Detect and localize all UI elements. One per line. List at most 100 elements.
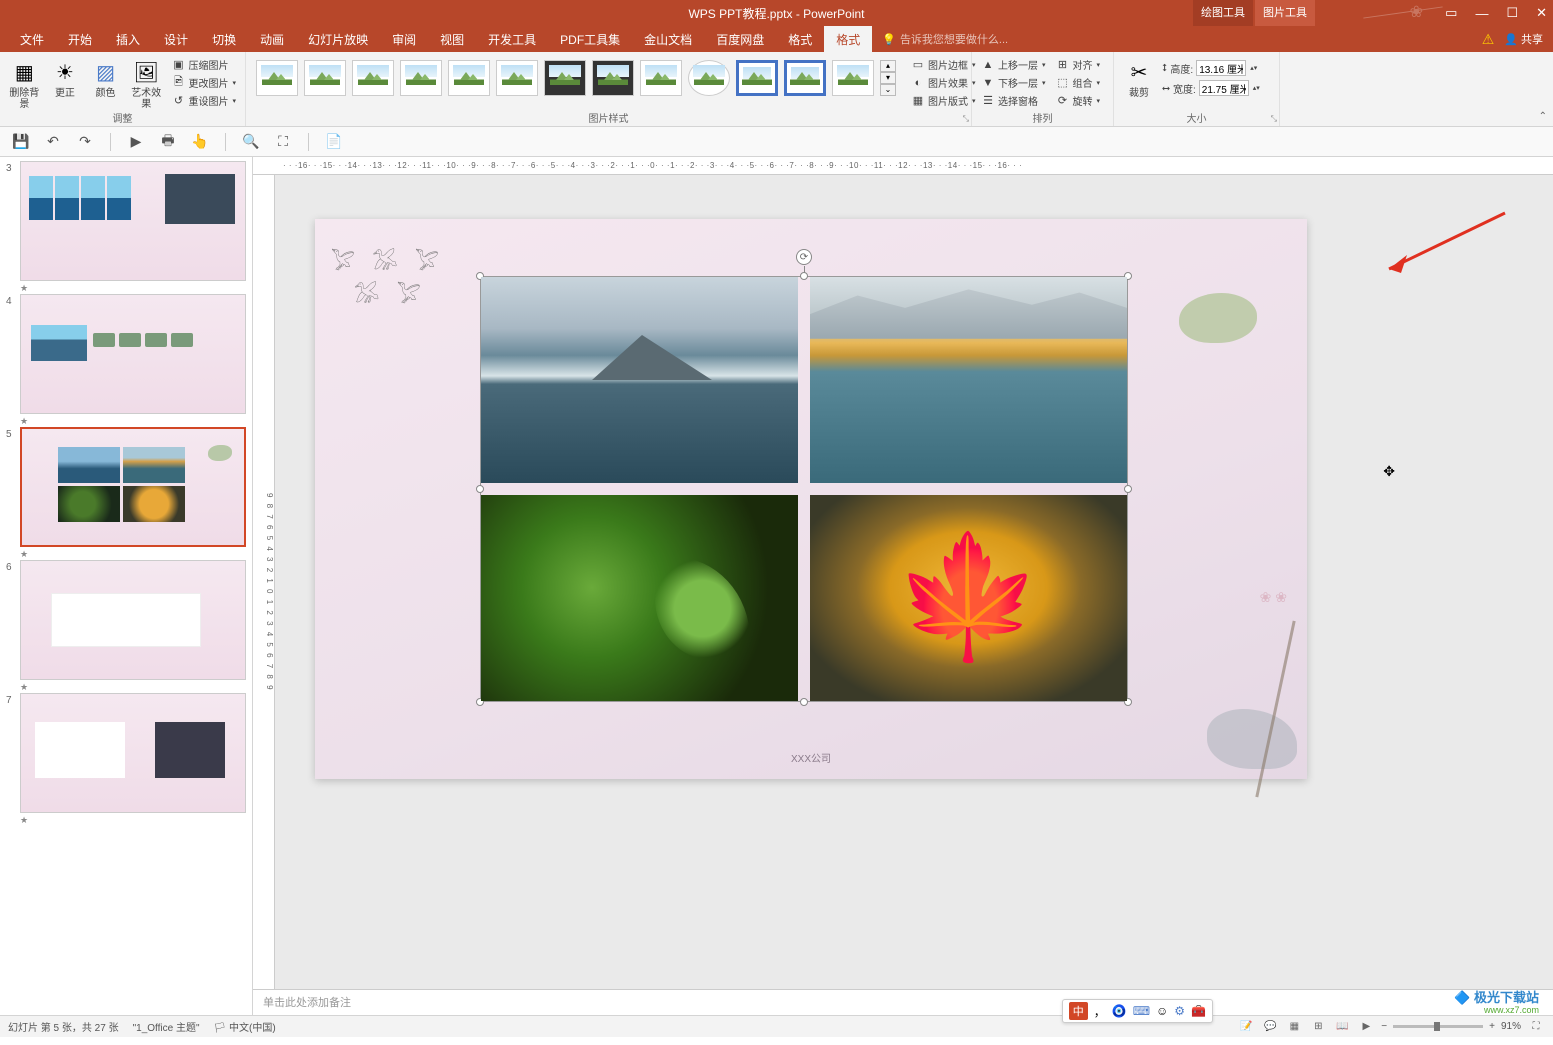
ime-keyboard-icon[interactable]: 🧿 [1112,1004,1127,1018]
notes-toggle-button[interactable]: 📝 [1237,1019,1255,1035]
ime-punctuation[interactable]: ， [1094,1003,1106,1020]
change-picture-button[interactable]: 🖻更改图片▾ [169,74,240,91]
height-input[interactable] [1196,60,1246,76]
width-stepper[interactable]: ▴▾ [1253,84,1260,92]
tab-insert[interactable]: 插入 [104,26,152,53]
crop-button[interactable]: ✂ 裁剪 [1120,54,1158,99]
slideshow-from-beginning-button[interactable]: ▶ [125,131,147,153]
style-thumb-10[interactable] [688,60,730,96]
zoom-out-button[interactable]: − [1381,1021,1387,1032]
rotate-handle[interactable]: ⟳ [796,249,812,265]
slide-thumb-3[interactable]: 3 [6,161,246,281]
style-thumb-9[interactable] [640,60,682,96]
ime-toolbox-icon[interactable]: 🧰 [1191,1004,1206,1018]
slide-sorter-view-button[interactable]: ⊞ [1309,1019,1327,1035]
send-backward-button[interactable]: ▼下移一层▾ [978,74,1049,91]
corrections-button[interactable]: ☀ 更正 [47,54,84,99]
tab-transition[interactable]: 切换 [200,26,248,53]
slide-thumb-5[interactable]: 5 [6,427,246,547]
selected-picture-group[interactable]: ⟳ [481,277,1127,701]
fit-slide-button[interactable]: ⛶ [1527,1019,1545,1035]
collapse-ribbon-icon[interactable]: ⌃ [1539,111,1547,122]
animation-indicator-icon[interactable]: ★ [20,815,246,826]
touch-mode-button[interactable]: 👆 [189,131,211,153]
picture-mountain-lake[interactable] [481,277,798,483]
animation-indicator-icon[interactable]: ★ [20,416,246,427]
ime-settings-icon[interactable]: ⚙ [1174,1004,1185,1018]
quick-print-button[interactable]: 🖶 [157,131,179,153]
drawing-tools-tab[interactable]: 绘图工具 [1193,0,1253,26]
styles-dialog-launcher[interactable]: ⤡ [963,114,969,124]
reset-picture-button[interactable]: ↺重设图片▾ [169,92,240,109]
slide-count-status[interactable]: 幻灯片 第 5 张，共 27 张 [8,1019,119,1034]
style-thumb-7[interactable] [544,60,586,96]
gallery-row-up[interactable]: ▴ [880,60,896,72]
thumb-preview-selected[interactable] [20,427,246,547]
minimize-icon[interactable]: — [1475,6,1488,21]
style-thumb-3[interactable] [352,60,394,96]
theme-status[interactable]: "1_Office 主题" [133,1019,200,1034]
thumb-preview[interactable] [20,560,246,680]
zoom-thumb[interactable] [1434,1022,1440,1031]
undo-button[interactable]: ↶ [42,131,64,153]
style-thumb-1[interactable] [256,60,298,96]
group-button[interactable]: ⬚组合▾ [1053,74,1104,91]
tab-kdocs[interactable]: 金山文档 [632,26,704,53]
picture-autumn-lake[interactable] [810,277,1127,483]
share-button[interactable]: 👤 共享 [1504,31,1543,47]
zoom-in-button[interactable]: + [1489,1021,1495,1032]
slide-canvas[interactable]: 𓅯 𓅮 𓅯 𓅮 𓅯 ⟳ [315,219,1307,779]
resize-handle-s[interactable] [800,698,808,706]
thumb-preview[interactable] [20,693,246,813]
selection-pane-button[interactable]: ☰选择窗格 [978,92,1049,109]
ime-input-icon[interactable]: ⌨ [1133,1004,1150,1018]
save-button[interactable]: 💾 [10,131,32,153]
close-icon[interactable]: ✕ [1536,5,1547,21]
ime-lang-badge[interactable]: 中 [1069,1002,1088,1020]
comments-button[interactable]: 💬 [1261,1019,1279,1035]
ribbon-display-options-icon[interactable]: ▭ [1445,5,1457,21]
zoom-slider[interactable] [1393,1025,1483,1028]
ime-emoji-icon[interactable]: ☺ [1156,1004,1168,1018]
normal-view-button[interactable]: ▦ [1285,1019,1303,1035]
zoom-percent[interactable]: 91% [1501,1021,1521,1032]
picture-maple-leaf[interactable] [810,495,1127,701]
resize-handle-n[interactable] [800,272,808,280]
tab-baidu[interactable]: 百度网盘 [704,26,776,53]
slide-thumb-7[interactable]: 7 [6,693,246,813]
resize-handle-w[interactable] [476,485,484,493]
tell-me-search[interactable]: 💡 告诉我您想要做什么... [882,31,1008,47]
slide-thumb-6[interactable]: 6 [6,560,246,680]
style-thumb-8[interactable] [592,60,634,96]
fit-to-window-button[interactable]: ⛶ [272,131,294,153]
tab-view[interactable]: 视图 [428,26,476,53]
canvas-viewport[interactable]: 𓅯 𓅮 𓅯 𓅮 𓅯 ⟳ [275,175,1553,989]
tab-pdf[interactable]: PDF工具集 [548,26,632,53]
tab-file[interactable]: 文件 [8,26,56,53]
picture-effects-button[interactable]: ◐图片效果▾ [908,74,979,91]
zoom-button[interactable]: 🔍 [240,131,262,153]
compress-picture-button[interactable]: ▣压缩图片 [169,56,240,73]
picture-tools-tab[interactable]: 图片工具 [1255,0,1315,26]
thumb-preview[interactable] [20,161,246,281]
style-thumb-2[interactable] [304,60,346,96]
notes-pane[interactable]: 单击此处添加备注 [253,989,1553,1015]
redo-button[interactable]: ↷ [74,131,96,153]
tab-animation[interactable]: 动画 [248,26,296,53]
ime-toolbar[interactable]: 中 ， 🧿 ⌨ ☺ ⚙ 🧰 [1062,999,1213,1023]
gallery-row-down[interactable]: ▾ [880,72,896,84]
tab-format-picture[interactable]: 格式 [824,26,872,53]
macros-button[interactable]: 📄 [323,131,345,153]
animation-indicator-icon[interactable]: ★ [20,283,246,294]
slide-thumbnail-pane[interactable]: 3 ★ 4 ★ 5 ★ 6 ★ [0,157,253,1015]
horizontal-ruler[interactable]: · · ·16· · ·15· · ·14· · ·13· · ·12· · ·… [253,157,1553,175]
slide-thumb-4[interactable]: 4 [6,294,246,414]
tab-developer[interactable]: 开发工具 [476,26,548,53]
gallery-expand[interactable]: ⌄ [880,84,896,96]
style-thumb-4[interactable] [400,60,442,96]
vertical-ruler[interactable]: 9 8 7 6 5 4 3 2 1 0 1 2 3 4 5 6 7 8 9 [253,175,275,989]
tab-home[interactable]: 开始 [56,26,104,53]
rotate-button[interactable]: ⟳旋转▾ [1053,92,1104,109]
tab-format-drawing[interactable]: 格式 [776,26,824,53]
warning-icon[interactable]: ⚠ [1482,31,1495,48]
